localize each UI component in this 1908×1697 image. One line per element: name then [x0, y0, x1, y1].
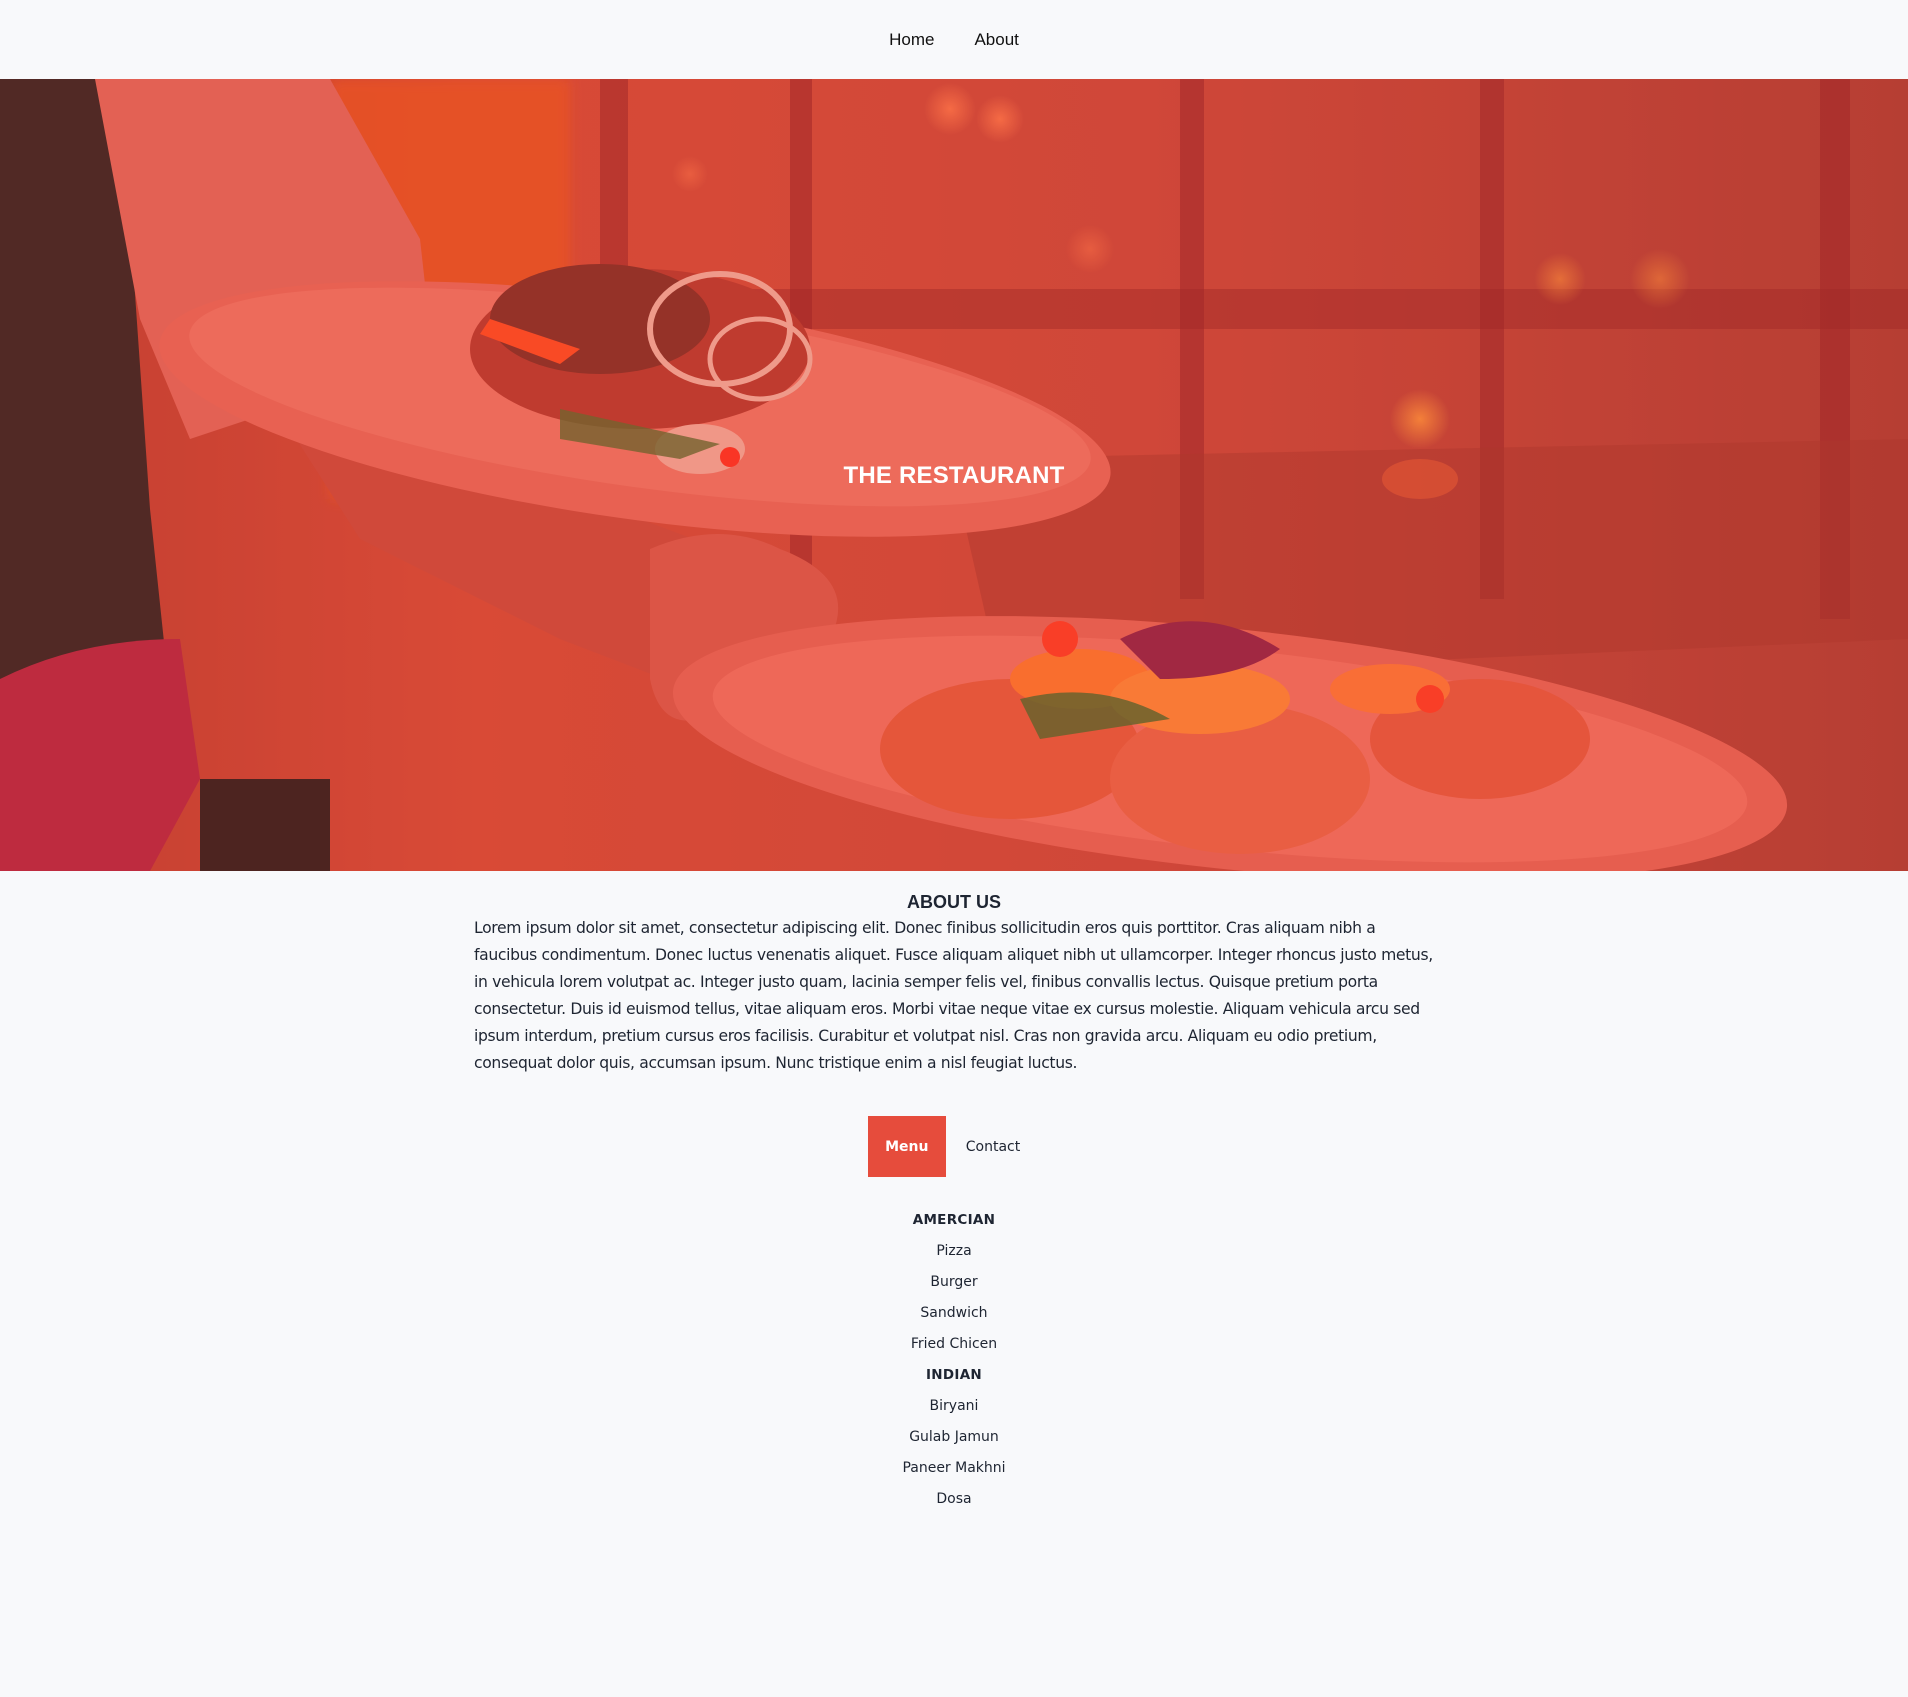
about-title: ABOUT US: [907, 892, 1001, 912]
menu-item: Burger: [930, 1274, 978, 1290]
hero-title: THE RESTAURANT: [843, 462, 1065, 489]
menu-list: AMERCIAN Pizza Burger Sandwich Fried Chi…: [0, 1205, 1908, 1515]
hero-banner: THE RESTAURANT: [0, 79, 1908, 871]
menu-category-american: AMERCIAN: [912, 1212, 996, 1228]
nav-about-link[interactable]: About: [974, 30, 1018, 50]
tab-contact[interactable]: Contact: [946, 1116, 1040, 1177]
menu-category-indian: INDIAN: [925, 1367, 983, 1383]
menu-item: Sandwich: [920, 1305, 988, 1321]
menu-item: Fried Chicen: [910, 1336, 998, 1352]
menu-item: Pizza: [936, 1243, 972, 1259]
menu-item: Dosa: [936, 1491, 972, 1507]
menu-item: Paneer Makhni: [902, 1460, 1006, 1476]
about-text: Lorem ipsum dolor sit amet, consectetur …: [474, 919, 1433, 1072]
tab-menu[interactable]: Menu: [867, 1116, 946, 1177]
menu-item: Biryani: [929, 1398, 979, 1414]
top-nav: Home About: [0, 0, 1908, 79]
menu-item: Gulab Jamun: [909, 1429, 999, 1445]
nav-home-link[interactable]: Home: [889, 30, 934, 50]
section-tabs: Menu Contact: [0, 1116, 1908, 1177]
